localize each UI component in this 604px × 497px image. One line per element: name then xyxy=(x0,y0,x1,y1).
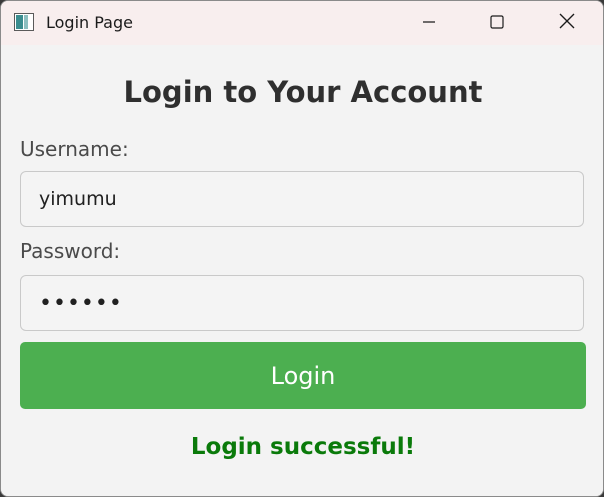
login-window: Login Page Login to Your Account Usernam… xyxy=(0,0,604,497)
minimize-icon xyxy=(422,14,436,33)
password-field[interactable] xyxy=(20,275,584,331)
close-icon xyxy=(559,13,575,33)
maximize-button[interactable] xyxy=(474,1,520,45)
minimize-button[interactable] xyxy=(406,1,452,45)
status-message: Login successful! xyxy=(190,434,416,460)
page-title: Login to Your Account xyxy=(123,75,483,109)
username-field[interactable] xyxy=(20,171,584,227)
close-button[interactable] xyxy=(544,1,590,45)
maximize-icon xyxy=(490,14,504,33)
app-icon xyxy=(14,13,34,31)
login-form: Login to Your Account Username: Password… xyxy=(1,45,603,496)
window-title: Login Page xyxy=(46,13,133,32)
username-label: Username: xyxy=(20,137,129,161)
login-button[interactable]: Login xyxy=(20,342,586,409)
password-label: Password: xyxy=(20,239,121,263)
title-bar[interactable]: Login Page xyxy=(1,1,603,45)
